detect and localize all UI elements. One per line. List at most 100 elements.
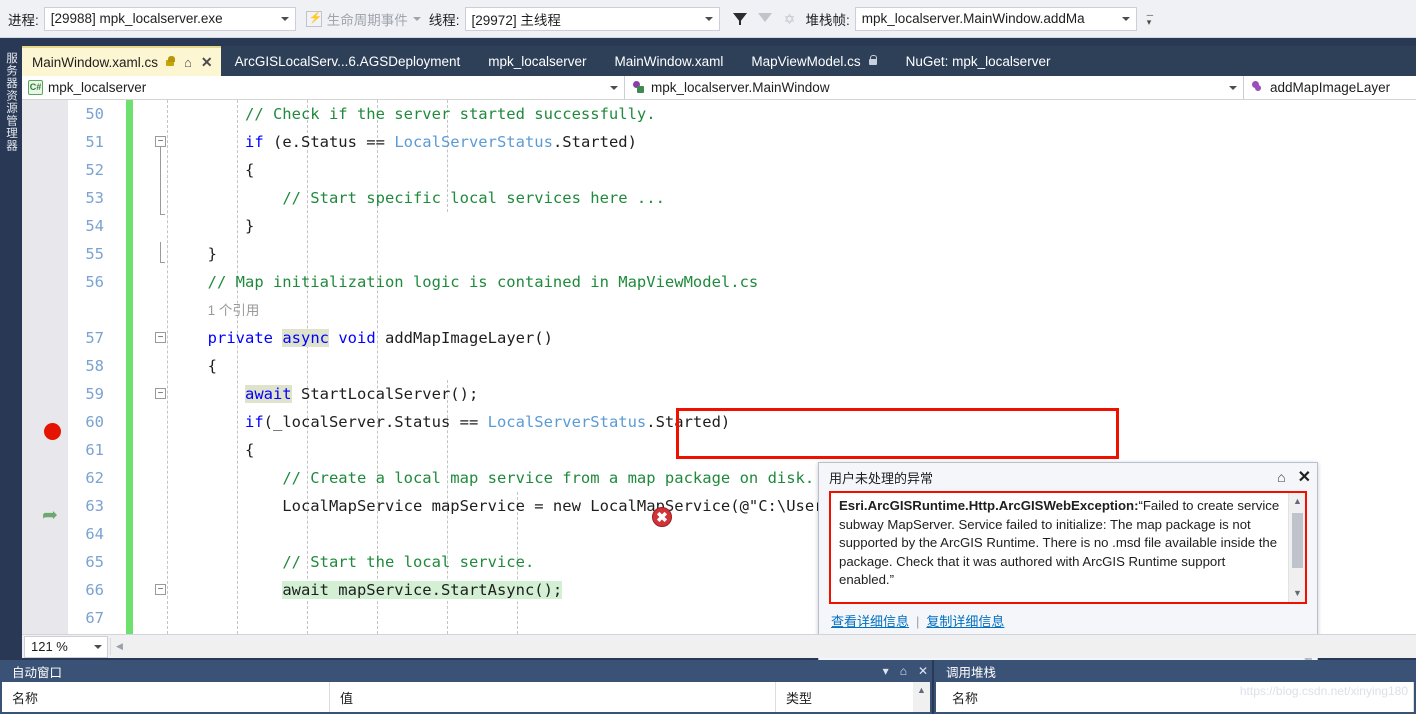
line-number: 60 (85, 408, 104, 436)
line-number-gutter: 50 51 52 53 54 55 56 57 58 59 60 61 62 6… (68, 100, 114, 634)
close-icon[interactable]: ✕ (201, 54, 213, 71)
lock-icon (868, 55, 878, 67)
column-header-name[interactable]: 名称 (2, 682, 330, 712)
chevron-down-icon (1122, 17, 1130, 21)
line-number: 58 (85, 352, 104, 380)
autos-vertical-scrollbar[interactable]: ▲ (913, 682, 930, 712)
tab-label: ArcGISLocalServ...6.AGSDeployment (235, 54, 461, 69)
csharp-project-icon: C# (28, 80, 43, 95)
line-number: 51 (85, 128, 104, 156)
thread-filter-icons: ✡ (732, 11, 798, 27)
visual-studio-window: 进程: [29988] mpk_localserver.exe 生命周期事件 线… (0, 0, 1416, 714)
code-line: { (133, 156, 1416, 184)
navbar-member-label: addMapImageLayer (1270, 80, 1390, 95)
debug-toolbar: 进程: [29988] mpk_localserver.exe 生命周期事件 线… (0, 0, 1416, 38)
code-line: } (133, 212, 1416, 240)
chevron-down-icon (413, 17, 421, 21)
method-icon (1250, 80, 1265, 95)
zoom-level-combo[interactable]: 121 % (24, 636, 108, 658)
code-line: // Start specific local services here ..… (133, 184, 1416, 212)
filter-funnel-icon[interactable] (732, 11, 748, 27)
chevron-down-icon (705, 17, 713, 21)
lifecycle-events-button[interactable]: 生命周期事件 (306, 9, 421, 29)
column-header-type[interactable]: 类型 (776, 682, 930, 712)
tab-mpk-localserver[interactable]: mpk_localserver (474, 46, 600, 76)
line-number: 59 (85, 380, 104, 408)
exception-links: 查看详细信息 | 复制详细信息 (819, 604, 1317, 630)
thread-label: 线程: (429, 9, 460, 29)
code-line: } (133, 240, 1416, 268)
left-dock-strip: 服务器资源管理器 (0, 46, 22, 642)
tab-mainwindow-xaml-cs[interactable]: MainWindow.xaml.cs ⌂ ✕ (22, 46, 221, 76)
codelens-reference-hint[interactable]: 1 个引用 (133, 296, 1416, 324)
tab-mainwindow-xaml[interactable]: MainWindow.xaml (601, 46, 738, 76)
exception-popup-title: 用户未处理的异常 (829, 468, 1277, 487)
code-line: { (133, 352, 1416, 380)
pin-icon[interactable]: ⌂ (184, 55, 192, 70)
close-icon[interactable]: ✕ (1298, 467, 1311, 487)
tab-label: MainWindow.xaml (615, 54, 724, 69)
change-tracking-bar (126, 100, 133, 634)
chevron-down-icon (94, 645, 102, 649)
toggle-flagged-icon[interactable]: ✡ (782, 11, 798, 27)
line-number: 56 (85, 268, 104, 296)
scroll-up-icon[interactable]: ▲ (1289, 493, 1306, 510)
tab-label: MainWindow.xaml.cs (32, 55, 158, 70)
scrollbar-thumb[interactable] (1292, 513, 1303, 568)
line-number: 63 (85, 492, 104, 520)
breakpoint-icon[interactable] (44, 423, 61, 440)
navbar-class-label: mpk_localserver.MainWindow (651, 80, 830, 95)
thread-value: [29972] 主线程 (472, 9, 561, 29)
tab-nuget[interactable]: NuGet: mpk_localserver (892, 46, 1065, 76)
scroll-down-icon[interactable]: ▼ (1289, 585, 1306, 602)
editor-status-bar: 121 % ◀ (22, 634, 1416, 658)
pin-icon[interactable]: ⌂ (900, 664, 907, 678)
code-navigation-bar: C# mpk_localserver mpk_localserver.MainW… (22, 76, 1416, 100)
document-tab-strip: MainWindow.xaml.cs ⌂ ✕ ArcGISLocalServ..… (22, 46, 1416, 76)
process-combo[interactable]: [29988] mpk_localserver.exe (44, 7, 296, 31)
error-icon[interactable]: ✖ (652, 507, 672, 527)
scroll-left-icon[interactable]: ◀ (111, 638, 128, 655)
stackframe-combo[interactable]: mpk_localserver.MainWindow.addMa (855, 7, 1137, 31)
thread-combo[interactable]: [29972] 主线程 (465, 7, 720, 31)
line-number: 67 (85, 604, 104, 632)
copy-details-link[interactable]: 复制详细信息 (926, 614, 1004, 629)
line-number: 57 (85, 324, 104, 352)
navbar-class-combo[interactable]: mpk_localserver.MainWindow (625, 76, 1244, 99)
exception-message-scrollbar[interactable]: ▲ ▼ (1288, 493, 1305, 602)
navbar-member-combo[interactable]: addMapImageLayer (1244, 76, 1416, 99)
exception-type: Esri.ArcGISRuntime.Http.ArcGISWebExcepti… (839, 498, 1138, 513)
close-icon[interactable]: ✕ (918, 664, 928, 678)
clear-filter-icon[interactable] (757, 11, 773, 27)
tab-arcgis-local-server[interactable]: ArcGISLocalServ...6.AGSDeployment (221, 46, 475, 76)
navbar-project-combo[interactable]: C# mpk_localserver (22, 76, 625, 99)
glyph-margin[interactable]: ➦ (22, 100, 68, 634)
tab-label: NuGet: mpk_localserver (906, 54, 1051, 69)
left-dock-label[interactable]: 服务器资源管理器 (3, 52, 19, 152)
editor-horizontal-scrollbar[interactable]: ◀ (110, 638, 1414, 655)
tab-label: mpk_localserver (488, 54, 586, 69)
chevron-down-icon (281, 17, 289, 21)
link-divider: | (916, 614, 919, 629)
navbar-project-label: mpk_localserver (48, 80, 146, 95)
code-line: // Check if the server started successfu… (133, 100, 1416, 128)
line-number: 62 (85, 464, 104, 492)
callstack-panel-header: 调用堆栈 (934, 660, 1416, 682)
line-number: 61 (85, 436, 104, 464)
chevron-down-icon[interactable]: ▾ (883, 664, 889, 678)
autos-panel: 自动窗口 ▾ ⌂ ✕ 名称 值 类型 ▲ (0, 660, 934, 714)
class-icon (631, 80, 646, 95)
toolbar-overflow-icon[interactable]: ─▾ (1147, 12, 1153, 26)
line-number: 66 (85, 576, 104, 604)
code-line: { (133, 436, 1416, 464)
code-line: if(_localServer.Status == LocalServerSta… (133, 408, 1416, 436)
lightning-icon (306, 11, 322, 27)
column-header-value[interactable]: 值 (330, 682, 776, 712)
view-details-link[interactable]: 查看详细信息 (831, 614, 909, 629)
stackframe-label: 堆栈帧: (806, 9, 850, 29)
column-header-name[interactable]: 名称 (936, 682, 1414, 712)
tab-mapviewmodel-cs[interactable]: MapViewModel.cs (737, 46, 891, 76)
pin-icon[interactable]: ⌂ (1277, 469, 1285, 485)
autos-grid-header: 名称 值 类型 ▲ (2, 682, 930, 712)
callstack-grid-header: 名称 (936, 682, 1414, 712)
